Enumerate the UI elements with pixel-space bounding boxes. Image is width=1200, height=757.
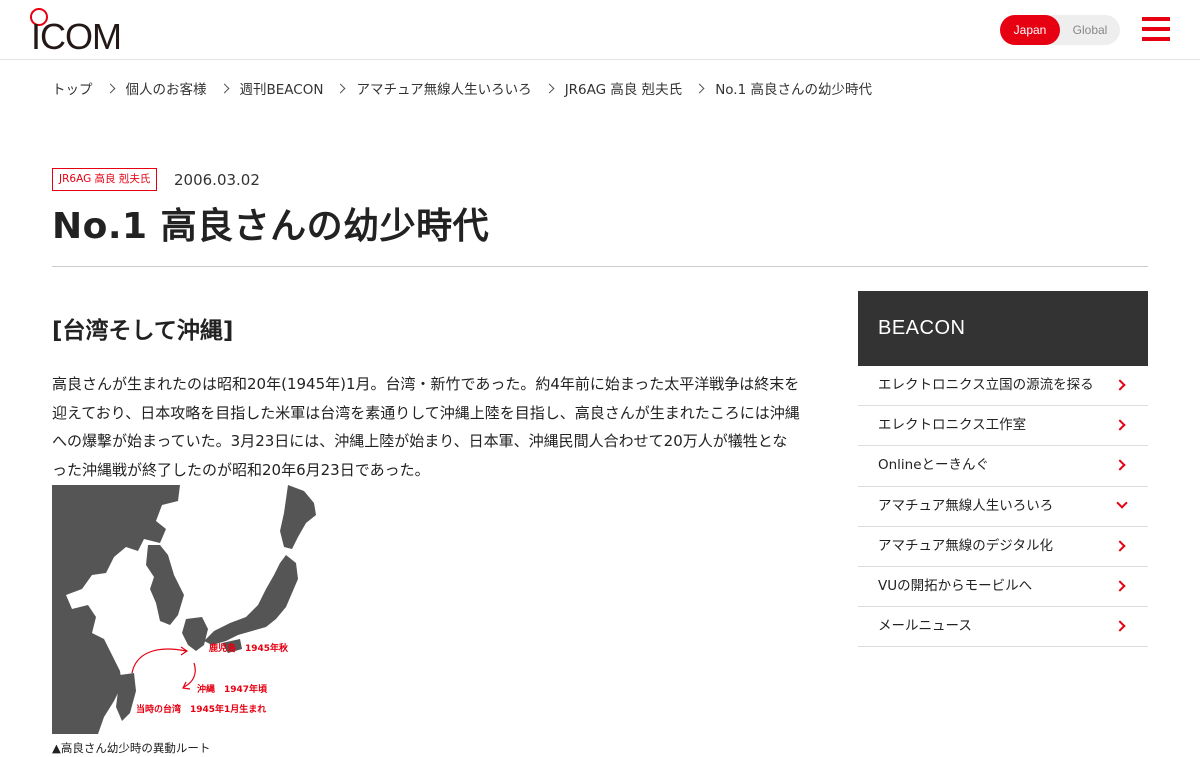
sidebar-item-digitalization[interactable]: アマチュア無線のデジタル化 <box>858 527 1148 567</box>
sidebar-item-label: エレクトロニクス工作室 <box>878 417 1027 434</box>
breadcrumb-amateur-life[interactable]: アマチュア無線人生いろいろ <box>356 78 531 98</box>
breadcrumb-current: No.1 高良さんの幼少時代 <box>715 82 872 98</box>
map-caption: ▲高良さん幼少時の異動ルート <box>52 741 211 755</box>
beacon-sidebar: BEACON エレクトロニクス立国の源流を探る エレクトロニクス工作室 Onli… <box>858 291 1148 648</box>
section-heading: [台湾そして沖縄] <box>52 318 234 344</box>
icom-logo[interactable]: ICOM <box>30 8 122 57</box>
breadcrumb-beacon[interactable]: 週刊BEACON <box>240 78 324 98</box>
logo-text: ICOM <box>31 16 122 57</box>
sidebar-item-electronics-workshop[interactable]: エレクトロニクス工作室 <box>858 406 1148 447</box>
sidebar-item-label: VUの開拓からモービルへ <box>878 577 1033 594</box>
chevron-right-icon <box>1114 620 1126 632</box>
breadcrumb-personal[interactable]: 個人のお客様 <box>126 78 207 98</box>
breadcrumb: トップ 個人のお客様 週刊BEACON アマチュア無線人生いろいろ JR6AG … <box>52 78 872 98</box>
lang-global-button[interactable]: Global <box>1060 15 1120 45</box>
breadcrumb-author[interactable]: JR6AG 高良 剋夫氏 <box>565 78 683 98</box>
sidebar-list: エレクトロニクス立国の源流を探る エレクトロニクス工作室 Onlineとーきんぐ… <box>858 366 1148 648</box>
sidebar-item-vu-mobile[interactable]: VUの開拓からモービルへ <box>858 567 1148 608</box>
author-tag[interactable]: JR6AG 高良 剋夫氏 <box>52 168 158 191</box>
chevron-right-icon <box>1114 459 1126 472</box>
chevron-down-icon <box>1116 496 1128 509</box>
lang-japan-button[interactable]: Japan <box>1000 15 1060 45</box>
article-paragraph: 高良さんが生まれたのは昭和20年(1945年)1月。台湾・新竹であった。約4年前… <box>52 375 800 480</box>
publish-date: 2006.03.02 <box>174 171 260 189</box>
sidebar-item-online-talking[interactable]: Onlineとーきんぐ <box>858 446 1148 487</box>
hamburger-menu-icon[interactable] <box>1142 17 1170 43</box>
sidebar-item-label: アマチュア無線人生いろいろ <box>878 497 1054 514</box>
map-label-kagoshima: 鹿児島 1945年秋 <box>208 642 289 654</box>
chevron-right-icon <box>1114 540 1126 552</box>
chevron-right-icon <box>1114 419 1126 431</box>
site-header: ICOM Japan Global <box>0 0 1200 60</box>
chevron-right-icon <box>544 83 555 93</box>
chevron-right-icon <box>219 83 229 93</box>
sidebar-item-label: メールニュース <box>878 618 972 635</box>
map-label-okinawa: 沖縄 1947年頃 <box>197 683 268 695</box>
sidebar-item-mail-news[interactable]: メールニュース <box>858 607 1148 648</box>
chevron-right-icon <box>1114 379 1126 391</box>
sidebar-item-label: Onlineとーきんぐ <box>878 457 990 474</box>
sidebar-item-electronics-origin[interactable]: エレクトロニクス立国の源流を探る <box>858 366 1148 407</box>
page-title: No.1 高良さんの幼少時代 <box>52 206 490 247</box>
title-divider <box>52 266 1148 267</box>
chevron-right-icon <box>1114 580 1126 592</box>
sidebar-title: BEACON <box>858 291 1148 366</box>
chevron-right-icon <box>694 83 705 93</box>
chevron-right-icon <box>105 83 115 93</box>
breadcrumb-top[interactable]: トップ <box>52 78 93 98</box>
sidebar-item-label: エレクトロニクス立国の源流を探る <box>878 377 1094 393</box>
route-map-image: 鹿児島 1945年秋 沖縄 1947年頃 当時の台湾 1945年1月生まれ <box>52 485 318 734</box>
chevron-right-icon <box>336 83 346 93</box>
map-label-taiwan: 当時の台湾 1945年1月生まれ <box>136 703 266 715</box>
sidebar-item-amateur-life[interactable]: アマチュア無線人生いろいろ <box>858 487 1148 527</box>
route-map-figure: 鹿児島 1945年秋 沖縄 1947年頃 当時の台湾 1945年1月生まれ <box>52 485 318 734</box>
language-toggle: Japan Global <box>1000 15 1120 45</box>
sidebar-item-label: アマチュア無線のデジタル化 <box>878 537 1053 554</box>
